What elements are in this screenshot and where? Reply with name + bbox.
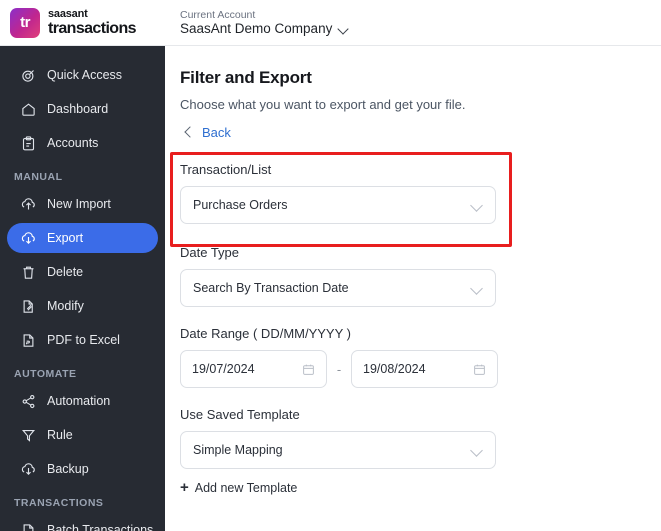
plus-icon: +: [180, 479, 189, 496]
sidebar: Quick Access Dashboard Accounts MANUAL N…: [0, 46, 165, 531]
transaction-list-select[interactable]: Purchase Orders: [180, 186, 496, 224]
app-root: tr saasant transactions Current Account …: [0, 0, 661, 531]
transaction-list-value: Purchase Orders: [193, 198, 288, 212]
current-account-label: Current Account: [180, 8, 256, 21]
sidebar-item-batch-transactions[interactable]: Batch Transactions: [7, 515, 158, 531]
page-subtitle: Choose what you want to export and get y…: [180, 97, 466, 112]
sidebar-item-label: Delete: [47, 265, 84, 279]
date-from-value: 19/07/2024: [192, 362, 255, 376]
upload-cloud-icon: [21, 197, 36, 212]
download-cloud-icon: [21, 231, 36, 246]
sidebar-section-automate: AUTOMATE: [14, 368, 77, 380]
chevron-down-icon[interactable]: [472, 200, 483, 211]
date-type-select[interactable]: Search By Transaction Date: [180, 269, 496, 307]
share-network-icon: [21, 394, 36, 409]
brand-logo[interactable]: tr saasant transactions: [0, 7, 165, 38]
calendar-icon[interactable]: [473, 363, 486, 376]
file-icon: [21, 523, 36, 531]
top-bar: tr saasant transactions Current Account …: [0, 0, 661, 46]
sidebar-item-label: Accounts: [47, 136, 99, 150]
saved-template-select[interactable]: Simple Mapping: [180, 431, 496, 469]
sidebar-item-dashboard[interactable]: Dashboard: [7, 94, 158, 124]
date-type-label: Date Type: [180, 245, 240, 260]
date-to-input[interactable]: 19/08/2024: [351, 350, 498, 388]
saved-template-field: Use Saved Template Simple Mapping + Add …: [180, 407, 661, 497]
date-to-value: 19/08/2024: [363, 362, 426, 376]
sidebar-item-label: Quick Access: [47, 68, 123, 82]
sidebar-item-automation[interactable]: Automation: [7, 386, 158, 416]
trash-icon: [21, 265, 36, 280]
sidebar-item-export[interactable]: Export: [7, 223, 158, 253]
download-cloud-icon: [21, 462, 36, 477]
sidebar-item-pdf-to-excel[interactable]: PDF to Excel: [7, 325, 158, 355]
clipboard-icon: [21, 135, 36, 151]
back-button-label: Back: [202, 125, 231, 140]
body-container: Quick Access Dashboard Accounts MANUAL N…: [0, 46, 661, 531]
file-pdf-icon: [21, 333, 36, 348]
sidebar-item-delete[interactable]: Delete: [7, 257, 158, 287]
target-icon: [21, 68, 36, 83]
home-icon: [21, 102, 36, 117]
sidebar-item-label: New Import: [47, 197, 111, 211]
funnel-icon: [21, 428, 36, 443]
brand-mark-icon: tr: [10, 7, 40, 38]
sidebar-item-label: Modify: [47, 299, 84, 313]
sidebar-item-label: Dashboard: [47, 102, 109, 116]
date-range-label: Date Range ( DD/MM/YYYY ): [180, 326, 351, 341]
current-account-selector[interactable]: Current Account SaasAnt Demo Company: [165, 9, 349, 37]
chevron-left-icon: [184, 128, 193, 137]
calendar-icon[interactable]: [302, 363, 315, 376]
chevron-down-icon[interactable]: [472, 283, 483, 294]
sidebar-item-label: Automation: [47, 394, 111, 408]
saved-template-value: Simple Mapping: [193, 443, 283, 457]
current-account-row[interactable]: SaasAnt Demo Company: [180, 21, 349, 37]
sidebar-item-quick-access[interactable]: Quick Access: [7, 60, 158, 90]
sidebar-item-new-import[interactable]: New Import: [7, 189, 158, 219]
sidebar-item-label: PDF to Excel: [47, 333, 120, 347]
main-content: Filter and Export Choose what you want t…: [165, 46, 661, 531]
date-type-value: Search By Transaction Date: [193, 281, 349, 295]
chevron-down-icon[interactable]: [339, 24, 349, 34]
sidebar-item-backup[interactable]: Backup: [7, 454, 158, 484]
date-range-separator: -: [336, 361, 342, 377]
file-edit-icon: [21, 299, 36, 314]
sidebar-item-label: Export: [47, 231, 84, 245]
current-account-name: SaasAnt Demo Company: [180, 20, 333, 36]
sidebar-item-accounts[interactable]: Accounts: [7, 128, 158, 158]
sidebar-item-label: Batch Transactions: [47, 523, 154, 531]
sidebar-item-rule[interactable]: Rule: [7, 420, 158, 450]
page-title: Filter and Export: [180, 68, 312, 87]
brand-name-bottom: transactions: [48, 19, 137, 37]
add-new-template-button[interactable]: + Add new Template: [180, 480, 297, 495]
date-from-input[interactable]: 19/07/2024: [180, 350, 327, 388]
sidebar-item-modify[interactable]: Modify: [7, 291, 158, 321]
brand-name-top: saasant: [48, 7, 88, 20]
sidebar-item-label: Rule: [47, 428, 73, 442]
date-range-row: 19/07/2024 - 19/08/2024: [180, 350, 661, 388]
chevron-down-icon[interactable]: [472, 445, 483, 456]
sidebar-section-transactions: TRANSACTIONS: [14, 497, 104, 509]
transaction-list-field: Transaction/List Purchase Orders: [180, 162, 661, 224]
saved-template-label: Use Saved Template: [180, 407, 300, 422]
date-range-field: Date Range ( DD/MM/YYYY ) 19/07/2024 - 1…: [180, 326, 661, 388]
date-type-field: Date Type Search By Transaction Date: [180, 245, 661, 307]
add-new-template-label: Add new Template: [194, 480, 298, 495]
sidebar-section-manual: MANUAL: [14, 171, 63, 183]
back-button[interactable]: Back: [180, 125, 231, 140]
sidebar-item-label: Backup: [47, 462, 89, 476]
brand-wordmark: saasant transactions: [48, 7, 137, 37]
transaction-list-label: Transaction/List: [180, 162, 272, 177]
